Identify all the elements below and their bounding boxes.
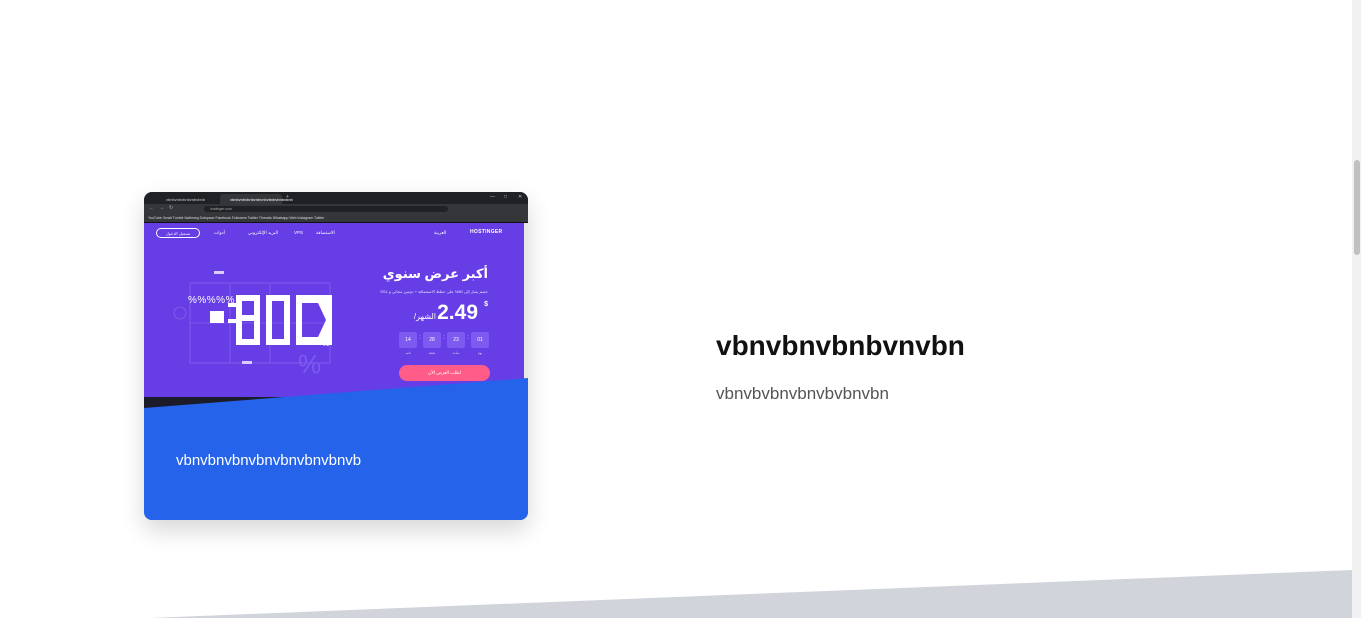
countdown-label: دقيقة — [428, 351, 436, 355]
new-tab-icon[interactable]: + — [286, 194, 289, 200]
currency-symbol: $ — [484, 301, 488, 308]
browser-tab-active[interactable]: vbnbvnbvbnbvnbvnbvbnbvbnbvbnb — [220, 194, 293, 204]
price-unit: /الشهر — [413, 312, 436, 321]
page: vbnbvnbvbnbvnbvbnb vbnbvnbvbnbvnbvnbvbnb… — [0, 0, 1361, 618]
hero-subtitle: خصم يصل إلى 80% على خطط الاستضافة + دومي… — [380, 289, 488, 294]
nav-item[interactable]: البريد الإلكتروني — [248, 230, 278, 236]
section-subtitle: vbnvbvbnvbnvbvbnvbn — [716, 384, 889, 403]
countdown-separator: : — [443, 335, 445, 341]
hero-title: أكبر عرض سنوي — [382, 266, 488, 281]
hostinger-page: تسجيل الدخول أدوات البريد الإلكتروني VPS… — [144, 223, 524, 408]
os-taskbar — [144, 397, 528, 408]
site-scrollbar[interactable] — [524, 223, 528, 408]
close-icon[interactable]: ✕ — [518, 194, 522, 200]
countdown-minutes: 28 — [423, 332, 441, 348]
nav-item[interactable]: VPS — [294, 230, 303, 235]
countdown-label: يوم — [477, 351, 483, 355]
minimize-icon[interactable]: — — [490, 194, 495, 200]
discount-graphic: % — [173, 271, 332, 379]
nav-item[interactable]: الاستضافة — [316, 230, 335, 236]
back-icon[interactable]: ← — [149, 205, 154, 211]
card-caption: vbnvbnvbnvbnvbnvbnvbnvb — [176, 452, 362, 469]
browser-tab[interactable]: vbnbvnbvbnbvnbvbnb — [156, 194, 218, 204]
scrollbar-thumb[interactable] — [1354, 160, 1360, 255]
nav-item[interactable]: أدوات — [214, 230, 225, 236]
svg-text:%: % — [298, 349, 321, 379]
price: 2.49 — [437, 301, 478, 324]
countdown-separator: : — [467, 335, 469, 341]
page-scrollbar[interactable] — [1352, 0, 1361, 618]
login-button[interactable]: تسجيل الدخول — [156, 228, 200, 238]
maximize-icon[interactable]: □ — [504, 194, 507, 200]
hostinger-logo[interactable]: HOSTINGER — [470, 229, 502, 235]
site-nav: تسجيل الدخول أدوات البريد الإلكتروني VPS… — [144, 223, 524, 241]
feature-card[interactable]: vbnbvnbvbnbvnbvbnb vbnbvnbvbnbvnbvnbvbnb… — [144, 192, 528, 520]
section-title: vbnvbnvbnbvnvbn — [716, 330, 965, 361]
countdown-label: ساعة — [452, 351, 460, 355]
reload-icon[interactable]: ↻ — [169, 205, 173, 211]
url-field[interactable]: hostinger.com — [204, 206, 448, 212]
bookmarks-bar: YouTube Gmail Tumblr Nathmeg Dotspace Fa… — [144, 214, 528, 223]
big-number-suffix: % — [322, 339, 330, 348]
language-selector[interactable]: العربية — [434, 230, 446, 236]
forward-icon[interactable]: → — [159, 205, 164, 211]
cta-button[interactable]: اطلب العرض الآن — [399, 365, 490, 381]
countdown-seconds: 14 — [399, 332, 417, 348]
percent-signs: %%%%% — [188, 295, 235, 306]
countdown-days: 01 — [471, 332, 489, 348]
browser-tab-bar: vbnbvnbvbnbvnbvbnb vbnbvnbvbnbvnbvnbvbnb… — [144, 192, 528, 204]
browser-address-row: ← → ↻ hostinger.com — [144, 204, 528, 214]
card-screenshot: vbnbvnbvbnbvnbvbnb vbnbvnbvbnbvnbvnbvbnb… — [144, 192, 528, 408]
countdown-label: ثانية — [405, 351, 411, 355]
countdown-hours: 23 — [447, 332, 465, 348]
countdown-separator: : — [419, 335, 421, 341]
